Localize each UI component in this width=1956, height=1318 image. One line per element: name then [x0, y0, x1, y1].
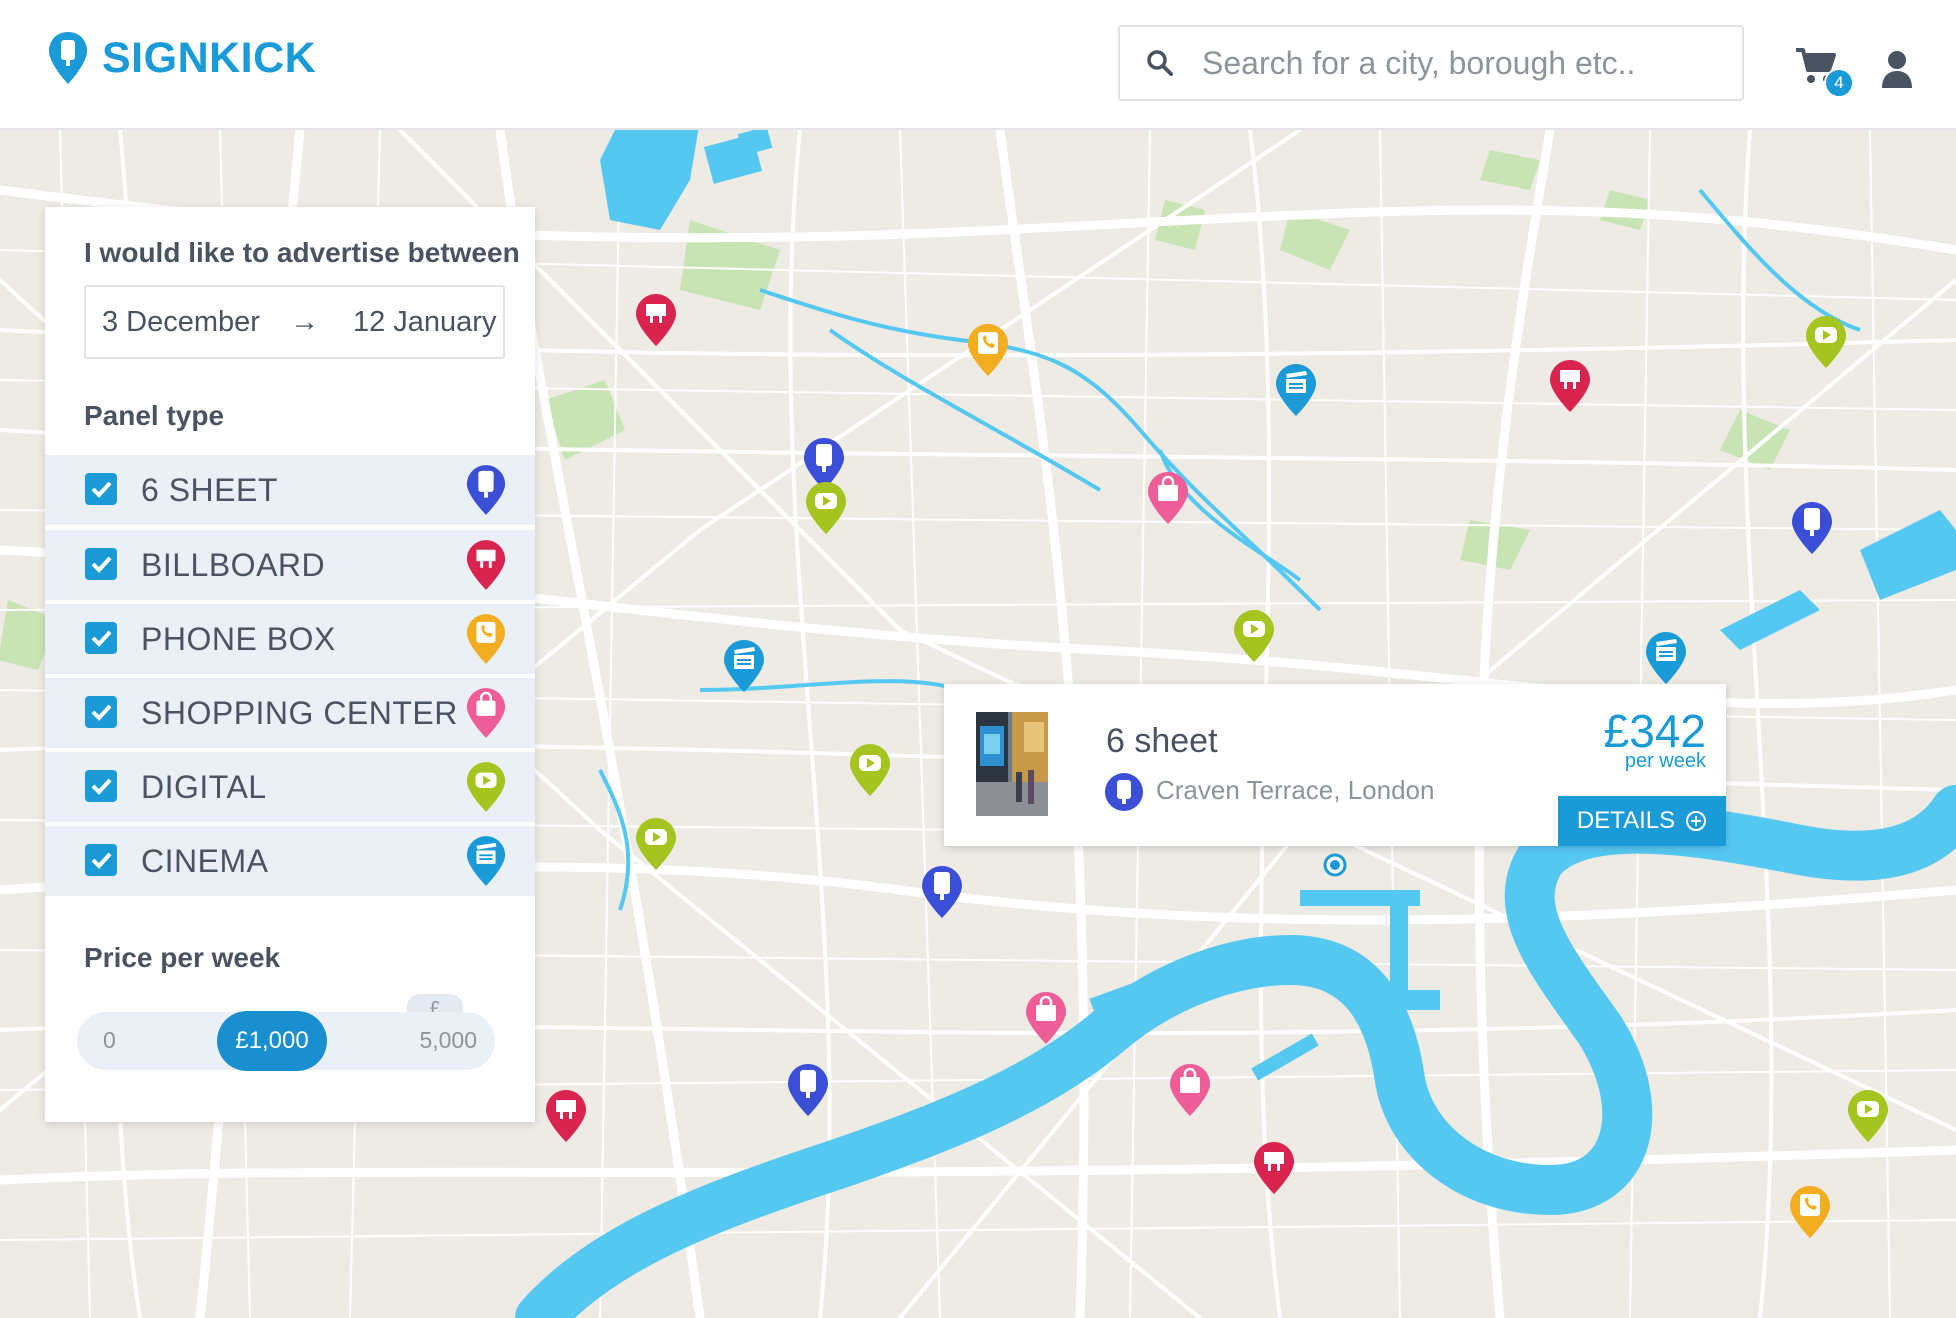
cart-button[interactable]: 4	[1794, 46, 1854, 98]
popup-title: 6 sheet	[1106, 722, 1218, 760]
checkbox-shopping-center[interactable]	[85, 696, 117, 728]
price-slider[interactable]: 0 £1,000 5,000	[77, 1011, 495, 1071]
map-pin-cinema[interactable]	[1274, 362, 1318, 418]
billboard-icon	[465, 538, 507, 592]
plus-circle-icon	[1686, 811, 1707, 831]
panel-type-digital[interactable]: DIGITAL	[45, 752, 535, 822]
checkbox-cinema[interactable]	[85, 844, 117, 876]
map-pin-billboard[interactable]	[634, 292, 678, 348]
check-icon	[91, 852, 112, 869]
map-pin-digital[interactable]	[848, 742, 892, 798]
map-pin-phone-box[interactable]	[966, 322, 1010, 378]
map-pin-phone-box[interactable]	[1788, 1184, 1832, 1240]
popup-price-period: per week	[1624, 750, 1706, 772]
checkbox-6-sheet[interactable]	[85, 473, 117, 505]
checkbox-phone-box[interactable]	[85, 622, 117, 654]
check-icon	[91, 778, 112, 795]
panel-type-shopping-center[interactable]: SHOPPING CENTER	[45, 678, 535, 748]
panel-popup-card[interactable]: 6 sheet Craven Terrace, London £342 per …	[944, 684, 1726, 846]
price-max-label: 5,000	[419, 1027, 477, 1053]
panel-type-cinema[interactable]: CINEMA	[45, 826, 535, 896]
price-slider-handle[interactable]: £1,000	[217, 1011, 327, 1071]
panel-type-label-shopping-center: SHOPPING CENTER	[141, 695, 458, 731]
map-pin-6-sheet[interactable]	[786, 1062, 830, 1118]
map-pin-digital[interactable]	[1232, 608, 1276, 664]
map-pin-digital[interactable]	[1804, 314, 1848, 370]
panel-type-billboard[interactable]: BILLBOARD	[45, 530, 535, 600]
brand-name: SIGNKICK	[102, 33, 317, 82]
search-icon	[1147, 50, 1173, 76]
popup-address: Craven Terrace, London	[1156, 775, 1435, 805]
map-pin-6-sheet[interactable]	[920, 864, 964, 920]
panel-type-label-billboard: BILLBOARD	[141, 547, 326, 583]
panel-type-label: Panel type	[84, 400, 225, 431]
map-pin-billboard[interactable]	[1252, 1140, 1296, 1196]
details-button[interactable]: DETAILS	[1558, 796, 1726, 846]
user-icon	[1882, 51, 1912, 88]
check-icon	[91, 704, 112, 721]
search-input[interactable]	[1200, 43, 1724, 83]
map-pin-billboard[interactable]	[544, 1088, 588, 1144]
date-range-title: I would like to advertise between	[84, 237, 520, 268]
map-pin-shopping-center[interactable]	[1146, 470, 1190, 526]
map-pin-digital[interactable]	[804, 480, 848, 536]
map-pin-billboard[interactable]	[1548, 358, 1592, 414]
panel-type-phone-box[interactable]: PHONE BOX	[45, 604, 535, 674]
map-pin-digital[interactable]	[634, 816, 678, 872]
price-per-week-label: Price per week	[84, 942, 281, 973]
brand[interactable]: SIGNKICK	[46, 30, 316, 86]
selected-location-marker[interactable]	[1322, 852, 1348, 878]
panel-type-label-6-sheet: 6 SHEET	[141, 472, 278, 508]
checkbox-billboard[interactable]	[85, 548, 117, 580]
map-pin-6-sheet[interactable]	[1790, 500, 1834, 556]
phone-icon	[465, 612, 507, 666]
checkbox-digital[interactable]	[85, 770, 117, 802]
location-pin-logo-icon	[49, 32, 87, 84]
top-header: SIGNKICK 4	[0, 0, 1956, 130]
panel-type-6-sheet[interactable]: 6 SHEET	[45, 455, 535, 525]
panel-type-label-cinema: CINEMA	[141, 843, 269, 879]
user-account-button[interactable]	[1880, 50, 1914, 90]
price-min-label: 0	[103, 1027, 116, 1053]
map-pin-cinema[interactable]	[722, 638, 766, 694]
panel-photo-thumbnail[interactable]	[976, 712, 1048, 816]
details-button-label: DETAILS	[1576, 807, 1676, 834]
clapper-icon	[465, 834, 507, 888]
six-sheet-icon	[465, 463, 507, 517]
filter-panel: I would like to advertise between 3 Dece…	[45, 207, 535, 1122]
check-icon	[91, 481, 112, 498]
check-icon	[91, 556, 112, 573]
date-range-field[interactable]: 3 December → 12 January	[84, 285, 505, 359]
map-pin-shopping-center[interactable]	[1024, 990, 1068, 1046]
panel-type-label-phone-box: PHONE BOX	[141, 621, 336, 657]
play-icon	[465, 760, 507, 814]
shopping-bag-icon	[465, 686, 507, 740]
arrow-right-icon: →	[289, 305, 319, 338]
map-pin-digital[interactable]	[1846, 1088, 1890, 1144]
date-end[interactable]: 12 January	[353, 306, 497, 339]
cart-count-badge: 4	[1824, 68, 1854, 98]
date-start[interactable]: 3 December	[102, 306, 260, 339]
search-box[interactable]	[1118, 25, 1744, 101]
map-pin-cinema[interactable]	[1644, 630, 1688, 686]
check-icon	[91, 630, 112, 647]
map-pin-shopping-center[interactable]	[1168, 1062, 1212, 1118]
panel-type-label-digital: DIGITAL	[141, 769, 267, 805]
six-sheet-icon	[1105, 773, 1143, 811]
